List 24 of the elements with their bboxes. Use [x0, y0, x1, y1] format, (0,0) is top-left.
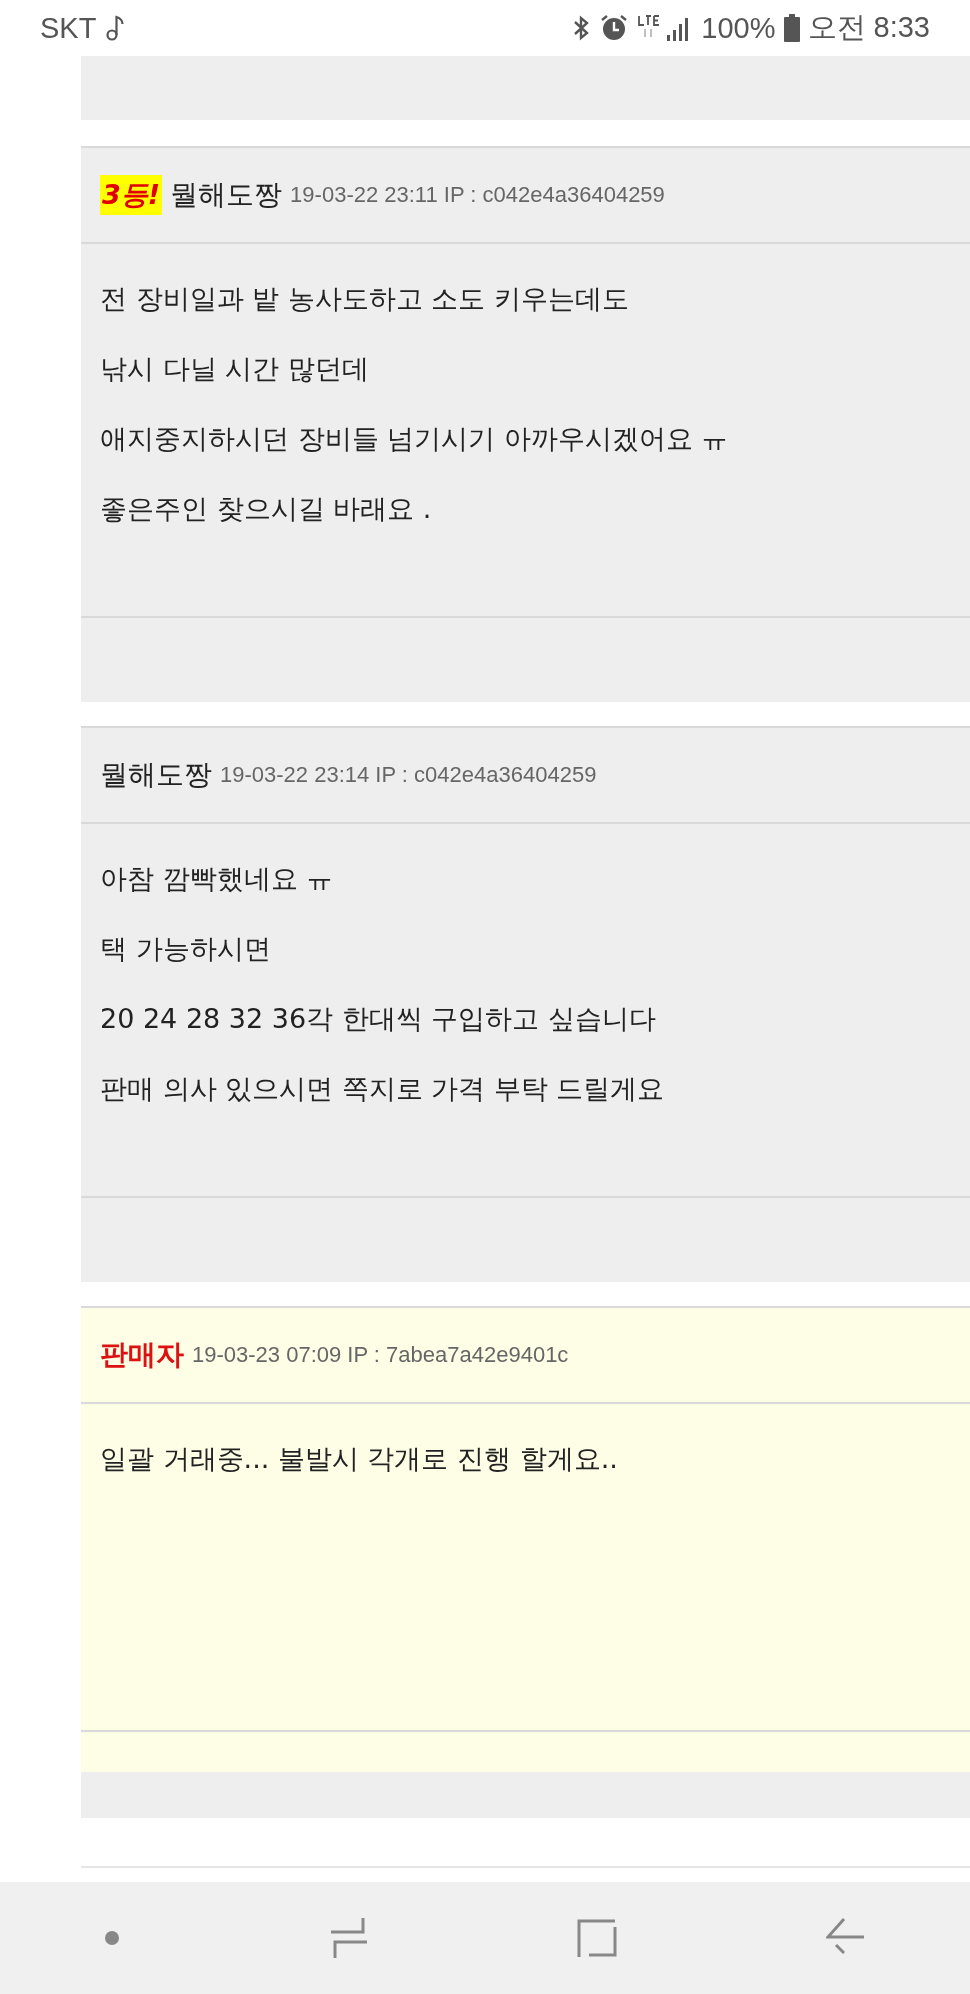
comment-meta: 19-03-22 23:11 IP : c042e4a36404259	[290, 182, 665, 208]
comment-text: 택 가능하시면	[100, 932, 271, 966]
clock-time: 오전 8:33	[807, 10, 930, 45]
comment-text: 20 24 28 32 36각 한대씩 구입하고 싶습니다	[100, 1002, 656, 1036]
comment-meta: 19-03-22 23:14 IP : c042e4a36404259	[220, 762, 597, 788]
music-note-icon	[106, 15, 125, 41]
battery-percent: 100%	[701, 11, 776, 45]
comment-meta: 19-03-23 07:09 IP : 7abea7a42e9401c	[192, 1342, 569, 1368]
comment-text: 일괄 거래중... 불발시 각개로 진행 할게요..	[100, 1442, 618, 1476]
comment-author: 판매자	[100, 1337, 184, 1373]
comment-text: 전 장비일과 밭 농사도하고 소도 키우는데도	[100, 282, 629, 316]
home-icon[interactable]	[577, 1917, 618, 1959]
comment-text: 판매 의사 있으시면 쪽지로 가격 부탁 드릴게요	[100, 1072, 665, 1106]
comment-text: 애지중지하시던 장비들 넘기시기 아까우시겠어요 ㅠ	[100, 422, 729, 456]
comment-text: 낚시 다닐 시간 많던데	[100, 352, 369, 386]
recent-apps-icon[interactable]	[328, 1916, 369, 1960]
comment-author: 뭘해도짱	[170, 177, 283, 213]
battery-icon	[783, 14, 800, 42]
rank-badge: 3등!	[100, 175, 163, 215]
dot-icon[interactable]	[104, 1930, 121, 1946]
carrier-label: SKT	[40, 11, 97, 45]
comment-author: 뭘해도짱	[100, 757, 212, 793]
comment-text: 아참 깜빡했네요 ㅠ	[100, 862, 334, 896]
comment-text: 좋은주인 찾으시길 바래요 .	[100, 492, 432, 526]
